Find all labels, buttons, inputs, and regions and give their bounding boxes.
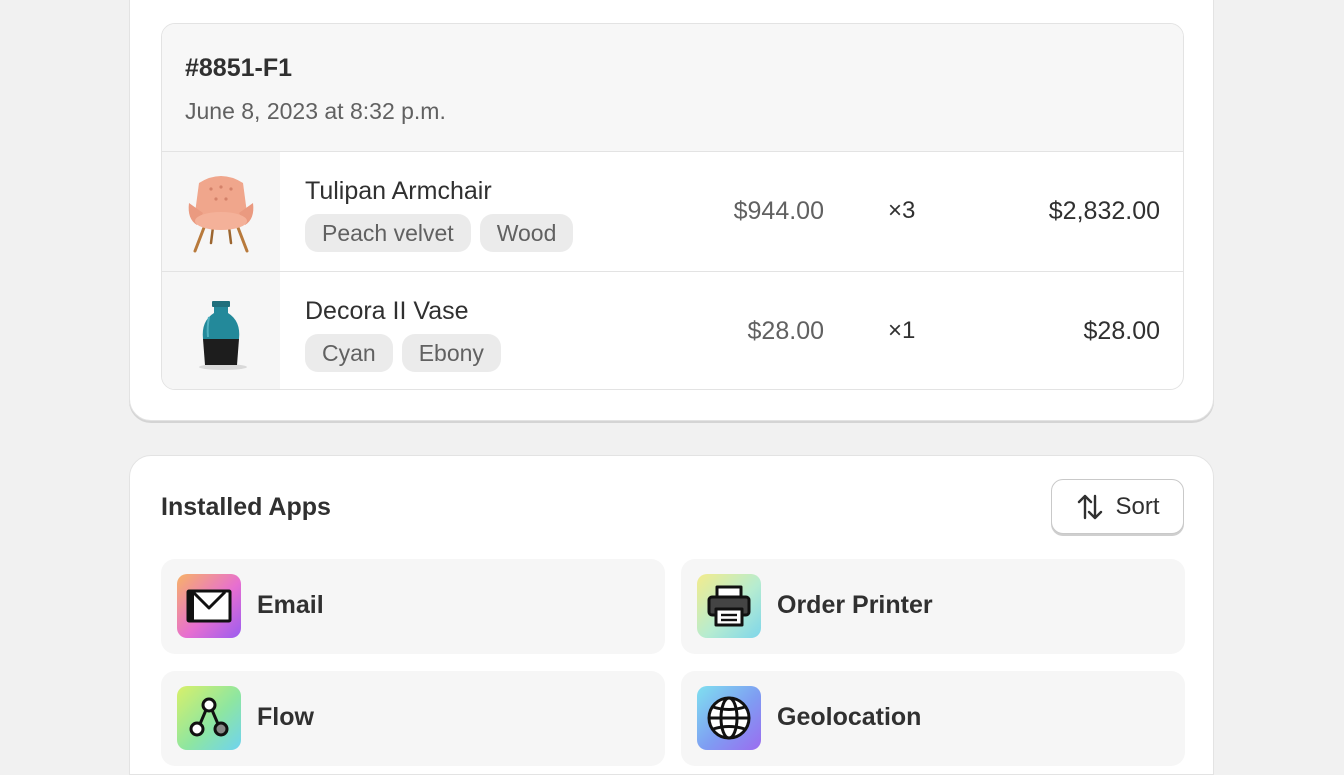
order-card: #8851-F1 June 8, 2023 at 8:32 p.m. Tulip… (129, 0, 1214, 421)
vase-image (162, 272, 280, 389)
line-total: $2,832.00 (1048, 197, 1160, 225)
envelope-icon (177, 574, 241, 638)
sort-button[interactable]: Sort (1051, 479, 1184, 534)
order-summary: #8851-F1 June 8, 2023 at 8:32 p.m. Tulip… (161, 23, 1184, 390)
variant-tag: Wood (479, 214, 574, 252)
globe-icon (697, 686, 761, 750)
item-name[interactable]: Tulipan Armchair (305, 177, 492, 206)
line-item[interactable]: Tulipan Armchair Peach velvet Wood $944.… (162, 152, 1183, 272)
flow-nodes-icon (177, 686, 241, 750)
quantity: ×3 (888, 197, 916, 224)
installed-apps-card: Installed Apps Sort Email Order Printer … (129, 455, 1214, 775)
order-header: #8851-F1 June 8, 2023 at 8:32 p.m. (162, 24, 1183, 152)
section-title: Installed Apps (161, 493, 331, 521)
order-date: June 8, 2023 at 8:32 p.m. (185, 98, 446, 124)
armchair-image (162, 152, 280, 271)
unit-price: $28.00 (747, 317, 824, 345)
printer-icon (697, 574, 761, 638)
quantity: ×1 (888, 317, 916, 344)
variant-tag: Cyan (305, 334, 393, 372)
line-total: $28.00 (1083, 317, 1160, 345)
item-name[interactable]: Decora II Vase (305, 297, 469, 326)
app-tile-flow[interactable]: Flow (161, 671, 665, 766)
app-label: Geolocation (777, 703, 922, 731)
app-label: Email (257, 591, 324, 619)
variant-tags: Peach velvet Wood (305, 214, 574, 252)
app-tile-email[interactable]: Email (161, 559, 665, 654)
unit-price: $944.00 (733, 197, 824, 225)
app-label: Order Printer (777, 591, 933, 619)
app-tile-order-printer[interactable]: Order Printer (681, 559, 1185, 654)
order-id: #8851-F1 (185, 54, 293, 82)
variant-tags: Cyan Ebony (305, 334, 501, 372)
sort-arrows-icon (1075, 492, 1105, 522)
variant-tag: Peach velvet (305, 214, 471, 252)
app-tile-geolocation[interactable]: Geolocation (681, 671, 1185, 766)
variant-tag: Ebony (401, 334, 501, 372)
app-label: Flow (257, 703, 314, 731)
sort-label: Sort (1115, 492, 1160, 520)
line-item[interactable]: Decora II Vase Cyan Ebony $28.00 ×1 $28.… (162, 272, 1183, 389)
